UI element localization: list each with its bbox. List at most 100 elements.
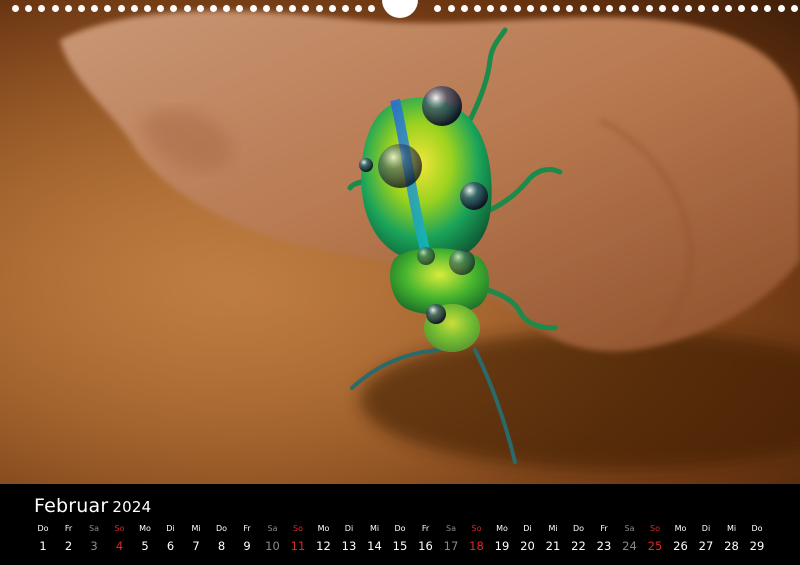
binding-hole <box>672 5 679 12</box>
weekday-label: Do <box>572 524 585 533</box>
day-number: 28 <box>724 539 739 553</box>
day-number: 12 <box>316 539 331 553</box>
day-number: 23 <box>596 539 612 553</box>
day-cell: Fr 16 <box>414 524 438 555</box>
day-cell: Sa 24 <box>618 524 642 555</box>
weekday-label: Fr <box>600 524 608 533</box>
binding-hole <box>91 5 98 12</box>
binding-hole <box>540 5 547 12</box>
weekday-label: Sa <box>624 524 635 533</box>
weekday-label: Mo <box>139 524 151 533</box>
weekday-label: Fr <box>421 524 430 533</box>
binding-hole <box>778 5 785 12</box>
binding-hole <box>276 5 283 12</box>
day-cell: Di 6 <box>159 524 183 555</box>
day-number: 2 <box>64 539 73 553</box>
day-number: 9 <box>243 539 251 553</box>
day-number: 1 <box>39 539 47 553</box>
binding-hole <box>514 5 521 12</box>
weekday-label: Mi <box>369 524 380 533</box>
binding-hole <box>316 5 323 12</box>
weekday-label: Mo <box>496 524 508 533</box>
day-number: 18 <box>469 539 484 553</box>
binding-hole <box>144 5 151 12</box>
binding-hole <box>448 5 455 12</box>
day-cell: So 25 <box>643 524 667 555</box>
binding-hole <box>197 5 204 12</box>
binding-hole <box>553 5 560 12</box>
month-title: Februar 2024 <box>34 495 151 517</box>
binding-hole <box>738 5 745 12</box>
day-cell: Mo 19 <box>490 524 514 555</box>
weekday-label: Sa <box>446 524 456 533</box>
day-number: 29 <box>749 539 765 553</box>
day-number: 25 <box>647 539 663 553</box>
weekday-label: Di <box>166 524 175 533</box>
day-cell: So 11 <box>286 524 310 555</box>
day-number: 17 <box>443 539 459 553</box>
day-cell: Mi 28 <box>720 524 744 555</box>
day-cell: Di 20 <box>516 524 540 555</box>
weekday-label: Mi <box>548 524 558 533</box>
binding-hole <box>461 5 468 12</box>
beetle-photo <box>0 0 800 484</box>
day-cell: Do 29 <box>745 524 769 555</box>
weekday-label: Mi <box>726 524 737 533</box>
weekday-label: So <box>293 524 303 533</box>
day-cell: Di 27 <box>694 524 718 555</box>
binding-hole <box>434 5 441 12</box>
weekday-label: Di <box>701 524 711 533</box>
binding-hole <box>302 5 309 12</box>
binding-hole <box>263 5 270 12</box>
day-number: 10 <box>265 539 280 553</box>
day-number: 24 <box>622 539 637 553</box>
binding-hole <box>632 5 639 12</box>
binding-hole <box>698 5 705 12</box>
weekday-label: Fr <box>64 524 73 533</box>
day-number: 5 <box>141 539 149 553</box>
binding-hole <box>355 5 362 12</box>
binding-hole <box>500 5 507 12</box>
binding-hole <box>184 5 191 12</box>
binding-hole <box>606 5 613 12</box>
binding-hole <box>25 5 32 12</box>
binding-hole <box>474 5 481 12</box>
binding-hole <box>725 5 732 12</box>
day-cell: Fr 23 <box>592 524 616 555</box>
day-cell: So 4 <box>108 524 132 555</box>
weekday-label: Sa <box>267 524 278 533</box>
day-cell: Sa 3 <box>82 524 106 555</box>
day-number: 26 <box>673 539 688 553</box>
day-number: 3 <box>90 539 98 553</box>
weekday-label: Do <box>37 524 49 533</box>
binding-hole <box>157 5 164 12</box>
weekday-label: Do <box>751 524 763 533</box>
day-cell: Do 8 <box>210 524 234 555</box>
day-number: 13 <box>341 539 357 553</box>
weekday-label: Do <box>215 524 228 533</box>
binding-hole <box>65 5 72 12</box>
binding-hole <box>236 5 243 12</box>
binding-hole <box>118 5 125 12</box>
weekday-label: Di <box>344 524 354 533</box>
binding-hole <box>342 5 349 12</box>
weekday-label: Mo <box>674 524 687 533</box>
binding-hole <box>791 5 798 12</box>
weekday-label: So <box>471 524 482 533</box>
day-cell: Mo 26 <box>669 524 693 555</box>
binding-hole <box>751 5 758 12</box>
day-cell: So 18 <box>465 524 489 555</box>
day-cell: Sa 17 <box>439 524 463 555</box>
beetle-illustration <box>0 0 800 484</box>
binding-hole <box>12 5 19 12</box>
day-number: 20 <box>520 539 535 553</box>
day-number: 19 <box>494 539 510 553</box>
month-calendar: Februar 2024 Do 1 Fr 2 Sa 3 So 4 Mo 5 Di 6 Mi 7 Do 8 Fr 9 S… <box>0 484 800 565</box>
month-year: 2024 <box>112 498 152 516</box>
day-number: 7 <box>192 539 200 553</box>
binding-hole <box>38 5 45 12</box>
binding-hole <box>52 5 59 12</box>
day-number: 11 <box>290 539 306 553</box>
day-cell: Do 22 <box>567 524 591 555</box>
day-cell: Mo 5 <box>133 524 157 555</box>
